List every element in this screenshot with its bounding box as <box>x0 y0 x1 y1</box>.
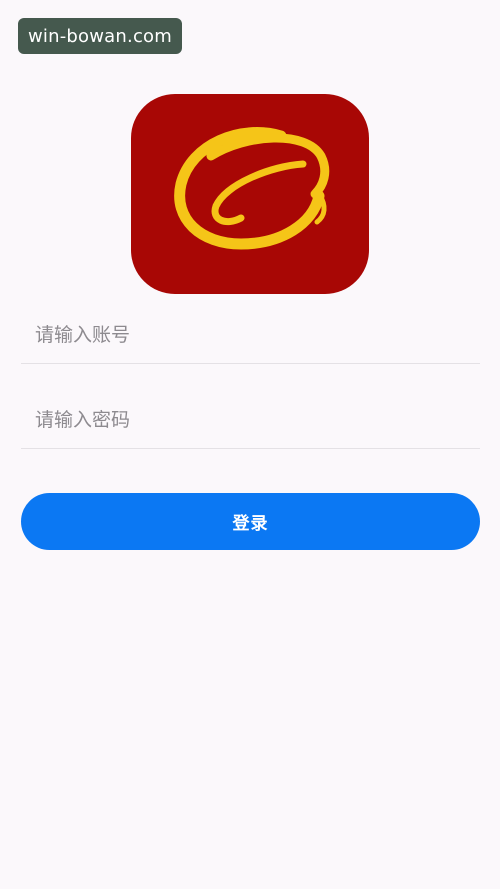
account-input[interactable] <box>21 324 480 346</box>
account-field[interactable] <box>21 307 480 364</box>
password-input[interactable] <box>21 409 480 431</box>
app-logo-icon <box>131 94 369 294</box>
login-button[interactable]: 登录 <box>21 493 480 550</box>
watermark-text: win-bowan.com <box>28 25 172 47</box>
password-field[interactable] <box>21 392 480 449</box>
watermark-badge: win-bowan.com <box>18 18 182 54</box>
login-button-label: 登录 <box>232 514 269 534</box>
